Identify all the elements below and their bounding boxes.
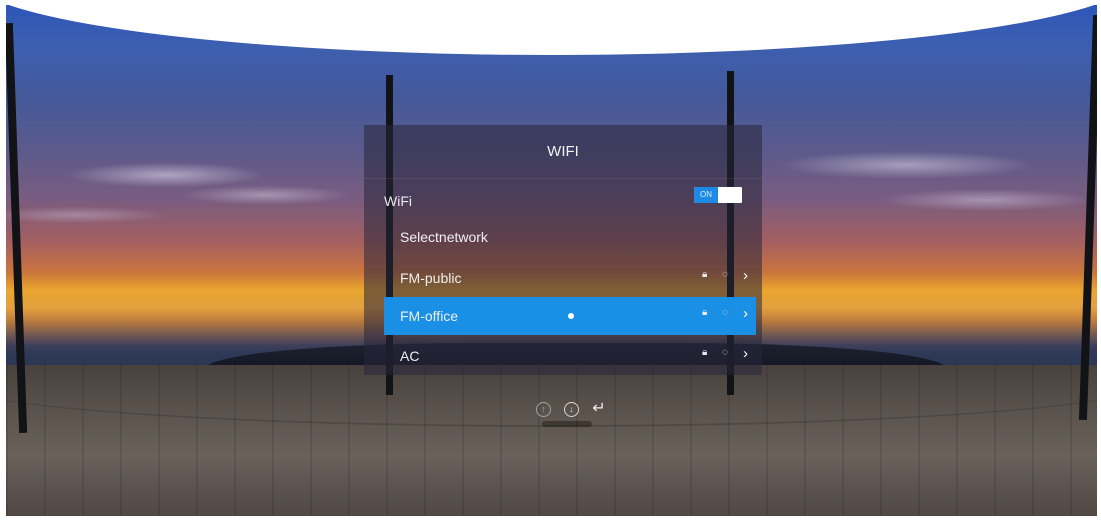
chevron-right-icon[interactable]: › (743, 305, 748, 322)
chevron-right-icon[interactable]: › (743, 345, 748, 362)
dome-top (6, 5, 1097, 55)
wifi-label: WiFi (384, 193, 412, 209)
toggle-on-state: ON (694, 187, 718, 203)
network-name: FM-office (400, 308, 459, 324)
wifi-toggle[interactable]: ON (694, 187, 742, 203)
network-item-fm-office[interactable]: FM-office 🔒︎ ◌ › (384, 297, 756, 335)
lock-signal-icons: 🔒︎ ◌ (701, 269, 734, 280)
network-item-ac[interactable]: AC 🔒︎ ◌ › (384, 337, 756, 375)
lock-signal-icons: 🔒︎ ◌ (701, 307, 734, 318)
network-name: FM-public (400, 270, 462, 286)
up-icon[interactable]: ↑ (536, 402, 551, 417)
network-item-fm-public[interactable]: FM-public 🔒︎ ◌ › (384, 259, 756, 297)
wifi-panel: WIFI WiFi ON Selectnetwork FM-public 🔒︎ … (364, 125, 762, 375)
back-icon[interactable]: ↵ (590, 401, 608, 417)
chevron-right-icon[interactable]: › (743, 267, 748, 284)
download-icon[interactable]: ↓ (564, 402, 579, 417)
controls-shadow (542, 421, 592, 427)
vr-environment: WIFI WiFi ON Selectnetwork FM-public 🔒︎ … (6, 5, 1097, 516)
network-name: AC (400, 348, 420, 364)
gaze-cursor (568, 313, 574, 319)
title-divider (364, 178, 762, 179)
lock-signal-icons: 🔒︎ ◌ (701, 347, 734, 358)
panel-title: WIFI (547, 143, 579, 160)
select-network-label: Selectnetwork (400, 229, 488, 245)
